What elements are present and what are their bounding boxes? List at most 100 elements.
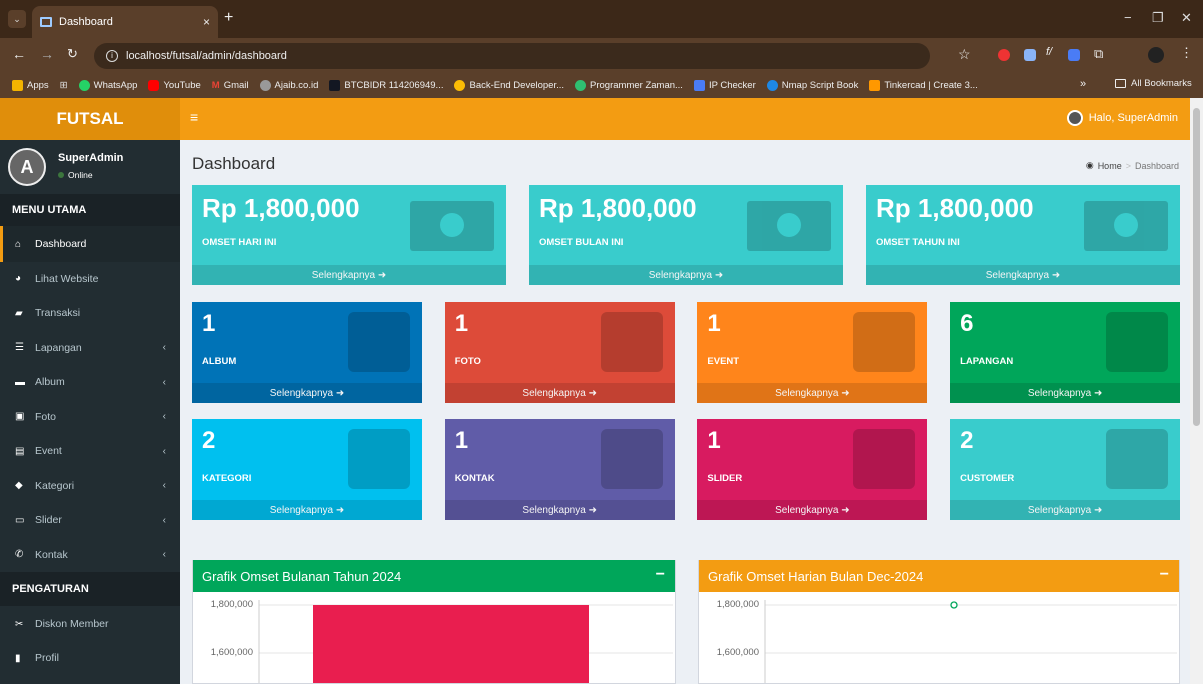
close-window-icon[interactable]: ✕	[1181, 10, 1192, 26]
extension-icon[interactable]	[1068, 49, 1080, 61]
monthly-panel-title: Grafik Omset Bulanan Tahun 2024	[202, 568, 402, 584]
stat-label: LAPANGAN	[960, 356, 1014, 367]
sidebar-item-kategori[interactable]: ◆ Kategori ‹	[0, 468, 180, 504]
bookmark-tinkercad[interactable]: Tinkercad | Create 3...	[869, 79, 978, 91]
browser-tab[interactable]: Dashboard ×	[32, 6, 218, 38]
more-info-link[interactable]: Selengkapnya ➜	[697, 500, 928, 520]
breadcrumb-home[interactable]: Home	[1098, 161, 1122, 171]
bookmark-grid-icon[interactable]: ⊞	[60, 80, 68, 91]
apps-grid-icon	[12, 79, 23, 91]
stat-box-slider: 1 SLIDER Selengkapnya ➜	[697, 419, 928, 520]
scissors-icon: ✂	[15, 618, 24, 630]
extension-icon[interactable]	[1024, 49, 1036, 61]
sidebar-item-label: Profil	[35, 652, 59, 664]
more-info-link[interactable]: Selengkapnya ➜	[950, 500, 1181, 520]
ip-checker-icon	[693, 79, 705, 91]
bookmark-star-icon[interactable]: ☆	[958, 46, 971, 63]
newspaper-icon: ▤	[15, 445, 25, 457]
browser-menu-icon[interactable]: ⋮	[1180, 45, 1193, 61]
daily-panel-header: Grafik Omset Harian Bulan Dec-2024 −	[699, 560, 1179, 592]
folder-icon: ▬	[15, 376, 25, 388]
more-info-link[interactable]: Selengkapnya ➜	[192, 265, 506, 285]
arrow-circle-right-icon: ➜	[1093, 387, 1103, 399]
sidebar-item-profil[interactable]: ▮ Profil	[0, 640, 180, 676]
sidebar-item-foto[interactable]: ▣ Foto ‹	[0, 399, 180, 435]
bookmark-apps[interactable]: Apps	[12, 79, 49, 91]
all-bookmarks-button[interactable]: All Bookmarks	[1115, 78, 1192, 89]
bookmark-ajaib[interactable]: Ajaib.co.id	[259, 79, 318, 91]
more-info-link[interactable]: Selengkapnya ➜	[192, 383, 422, 403]
gmail-icon: M	[211, 79, 220, 91]
stat-box-event: 1 EVENT Selengkapnya ➜	[697, 302, 928, 403]
extension-icon[interactable]	[998, 49, 1010, 61]
arrow-circle-right-icon: ➜	[1051, 269, 1061, 281]
more-info-link[interactable]: Selengkapnya ➜	[444, 500, 675, 520]
bookmark-youtube[interactable]: YouTube	[148, 79, 201, 91]
sidebar-item-slider[interactable]: ▭ Slider ‹	[0, 502, 180, 538]
daily-revenue-point[interactable]	[950, 601, 958, 609]
sidebar-item-event[interactable]: ▤ Event ‹	[0, 433, 180, 469]
stat-label: FOTO	[454, 356, 481, 367]
close-tab-icon[interactable]: ×	[203, 15, 210, 29]
scrollbar-thumb[interactable]	[1193, 108, 1200, 426]
new-tab-button[interactable]: +	[224, 9, 233, 27]
daily-minimize-button[interactable]: −	[1160, 566, 1169, 584]
y-tick-label: 1,600,000	[716, 647, 759, 658]
sidebar-item-dashboard[interactable]: ⌂ Dashboard	[0, 226, 180, 262]
sidebar-item-album[interactable]: ▬ Album ‹	[0, 364, 180, 400]
y-tick-label: 1,800,000	[716, 599, 759, 610]
bookmark-backend[interactable]: Back-End Developer...	[454, 79, 564, 91]
chevron-left-icon: ‹	[162, 480, 166, 491]
user-menu[interactable]: Halo, SuperAdmin	[1066, 110, 1178, 126]
money-icon	[747, 201, 831, 251]
more-info-link[interactable]: Selengkapnya ➜	[444, 383, 675, 403]
more-info-link[interactable]: Selengkapnya ➜	[866, 265, 1180, 285]
sidebar: A SuperAdmin Online MENU UTAMA ⌂ Dashboar…	[0, 140, 180, 684]
sidebar-item-lihat-website[interactable]: ◕ Lihat Website	[0, 261, 180, 297]
arrow-circle-right-icon: ➜	[1093, 504, 1103, 516]
stat-value: 1	[454, 427, 469, 454]
main-content: Dashboard ◉ Home > Dashboard Rp 1,800,00…	[180, 140, 1190, 684]
sidebar-item-lapangan[interactable]: ☰ Lapangan ‹	[0, 330, 180, 366]
bookmark-ipchecker[interactable]: IP Checker	[693, 79, 756, 91]
bookmark-nmap[interactable]: Nmap Script Book	[766, 79, 858, 91]
site-info-icon[interactable]: i	[106, 50, 118, 62]
sidebar-item-transaksi[interactable]: ▰ Transaksi	[0, 295, 180, 331]
page-scrollbar[interactable]	[1190, 98, 1203, 684]
more-info-link[interactable]: Selengkapnya ➜	[697, 383, 928, 403]
more-info-link[interactable]: Selengkapnya ➜	[950, 383, 1181, 403]
extensions-puzzle-icon[interactable]: ⧉	[1094, 46, 1103, 62]
url-input[interactable]: i localhost/futsal/admin/dashboard	[94, 43, 930, 69]
profile-avatar-icon[interactable]	[1148, 47, 1164, 63]
app-logo[interactable]: FUTSAL	[0, 98, 180, 140]
restore-window-icon[interactable]: ❐	[1152, 10, 1164, 26]
phone-icon: ✆	[15, 549, 24, 560]
monthly-revenue-chart	[258, 600, 673, 683]
reload-icon[interactable]: ↻	[67, 46, 78, 62]
back-icon[interactable]: ←	[12, 46, 26, 62]
daily-revenue-panel: Grafik Omset Harian Bulan Dec-2024 − 1,8…	[698, 560, 1180, 684]
stat-value: 6	[960, 310, 974, 337]
bookmark-gmail[interactable]: M Gmail	[212, 80, 249, 91]
bookmarks-overflow-button[interactable]: »	[1080, 78, 1086, 90]
monitor-icon	[40, 17, 52, 27]
sidebar-item-label: Dashboard	[35, 238, 87, 250]
sidebar-toggle-button[interactable]: ≡	[190, 109, 198, 125]
more-info-link[interactable]: Selengkapnya ➜	[192, 500, 422, 520]
extension-icon[interactable]: f/	[1046, 46, 1052, 58]
bookmark-btcbidr[interactable]: BTCBIDR 114206949...	[329, 79, 443, 91]
more-info-link[interactable]: Selengkapnya ➜	[529, 265, 843, 285]
sidebar-item-label: Foto	[35, 410, 57, 423]
y-tick-label: 1,800,000	[210, 599, 253, 610]
tab-search-icon[interactable]: ⌄	[8, 10, 26, 28]
bookmark-programmer[interactable]: Programmer Zaman...	[575, 79, 683, 91]
sidebar-item-kontak[interactable]: ✆ Kontak ‹	[0, 537, 180, 573]
omset-value: Rp 1,800,000	[202, 193, 360, 223]
monthly-minimize-button[interactable]: −	[656, 566, 665, 584]
daily-panel-title: Grafik Omset Harian Bulan Dec-2024	[708, 568, 924, 584]
minimize-window-icon[interactable]: −	[1124, 10, 1132, 25]
bookmark-whatsapp[interactable]: WhatsApp	[78, 79, 137, 91]
forward-icon[interactable]: →	[40, 46, 54, 62]
stat-value: 1	[454, 310, 469, 337]
sidebar-item-diskon-member[interactable]: ✂ Diskon Member	[0, 606, 180, 642]
